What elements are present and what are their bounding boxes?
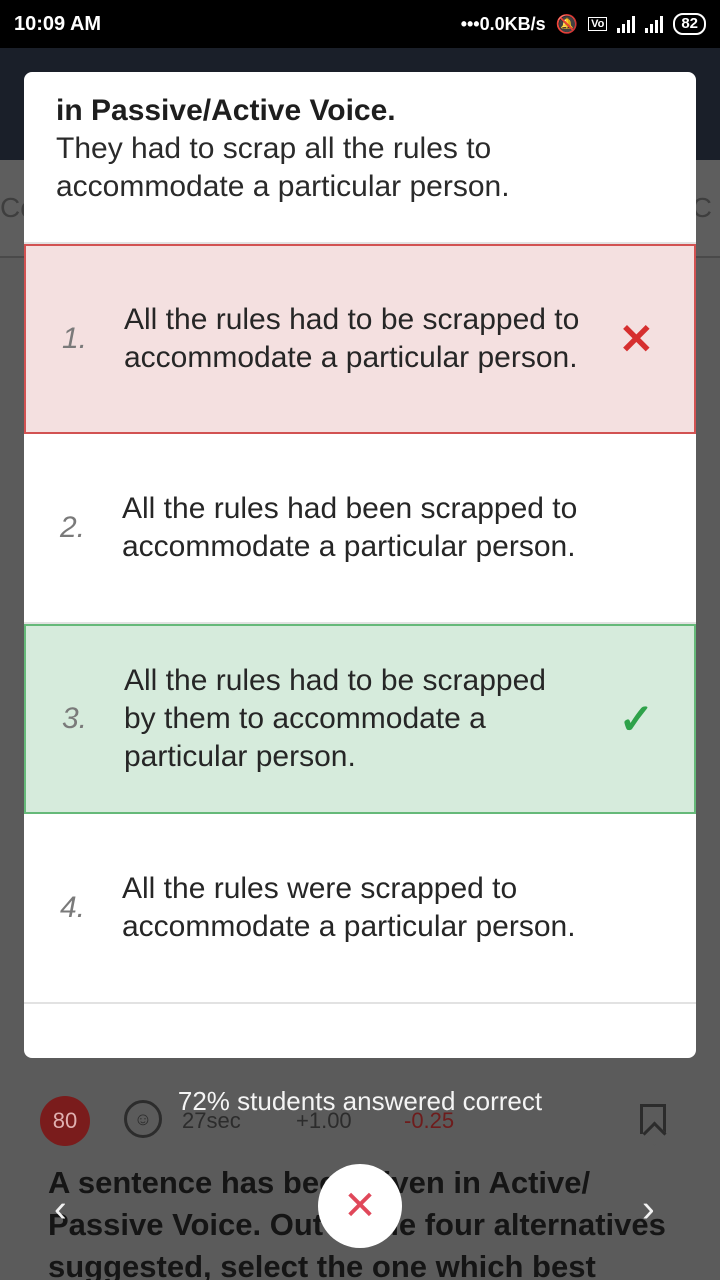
cross-icon: ✕ xyxy=(618,315,654,363)
option-number: 4. xyxy=(60,891,86,924)
students-answered-text: 72% students answered correct xyxy=(177,1086,543,1116)
chevron-right-icon[interactable]: › xyxy=(642,1188,655,1231)
status-bar: 10:09 AM •••0.0KB/s 🔕 Vo 82 xyxy=(0,0,720,48)
dialog-header: in Passive/Active Voice. They had to scr… xyxy=(24,72,696,242)
option-text: All the rules had been scrapped to accom… xyxy=(122,492,578,563)
chevron-left-icon[interactable]: ‹ xyxy=(54,1188,67,1231)
option-number: 1. xyxy=(62,322,88,355)
option-text: All the rules had to be scrapped by them… xyxy=(124,664,546,773)
network-speed: •••0.0KB/s xyxy=(460,13,546,34)
status-icons: •••0.0KB/s 🔕 Vo 82 xyxy=(461,13,706,35)
option-text: All the rules had to be scrapped to acco… xyxy=(124,303,580,374)
dialog-title: in Passive/Active Voice. xyxy=(56,94,396,127)
battery-icon: 82 xyxy=(673,13,706,35)
option-text: All the rules were scrapped to accommoda… xyxy=(122,872,576,943)
close-button[interactable]: ✕ xyxy=(318,1164,402,1248)
answer-dialog: in Passive/Active Voice. They had to scr… xyxy=(24,72,696,1058)
option-1[interactable]: 1. All the rules had to be scrapped to a… xyxy=(24,244,696,434)
signal-4g-icon xyxy=(617,15,636,33)
option-number: 2. xyxy=(60,511,86,544)
check-icon: ✓ xyxy=(618,695,654,743)
option-3[interactable]: 3. All the rules had to be scrapped by t… xyxy=(24,624,696,814)
option-4[interactable]: 4. All the rules were scrapped to accomm… xyxy=(24,814,696,1004)
dialog-sentence: They had to scrap all the rules to accom… xyxy=(56,132,510,203)
mute-bell-icon: 🔕 xyxy=(555,13,579,34)
signal-icon xyxy=(645,15,664,33)
status-time: 10:09 AM xyxy=(14,12,102,35)
option-number: 3. xyxy=(62,702,88,735)
option-2[interactable]: 2. All the rules had been scrapped to ac… xyxy=(24,434,696,624)
volte-icon: Vo xyxy=(588,17,608,31)
close-icon: ✕ xyxy=(343,1184,377,1228)
